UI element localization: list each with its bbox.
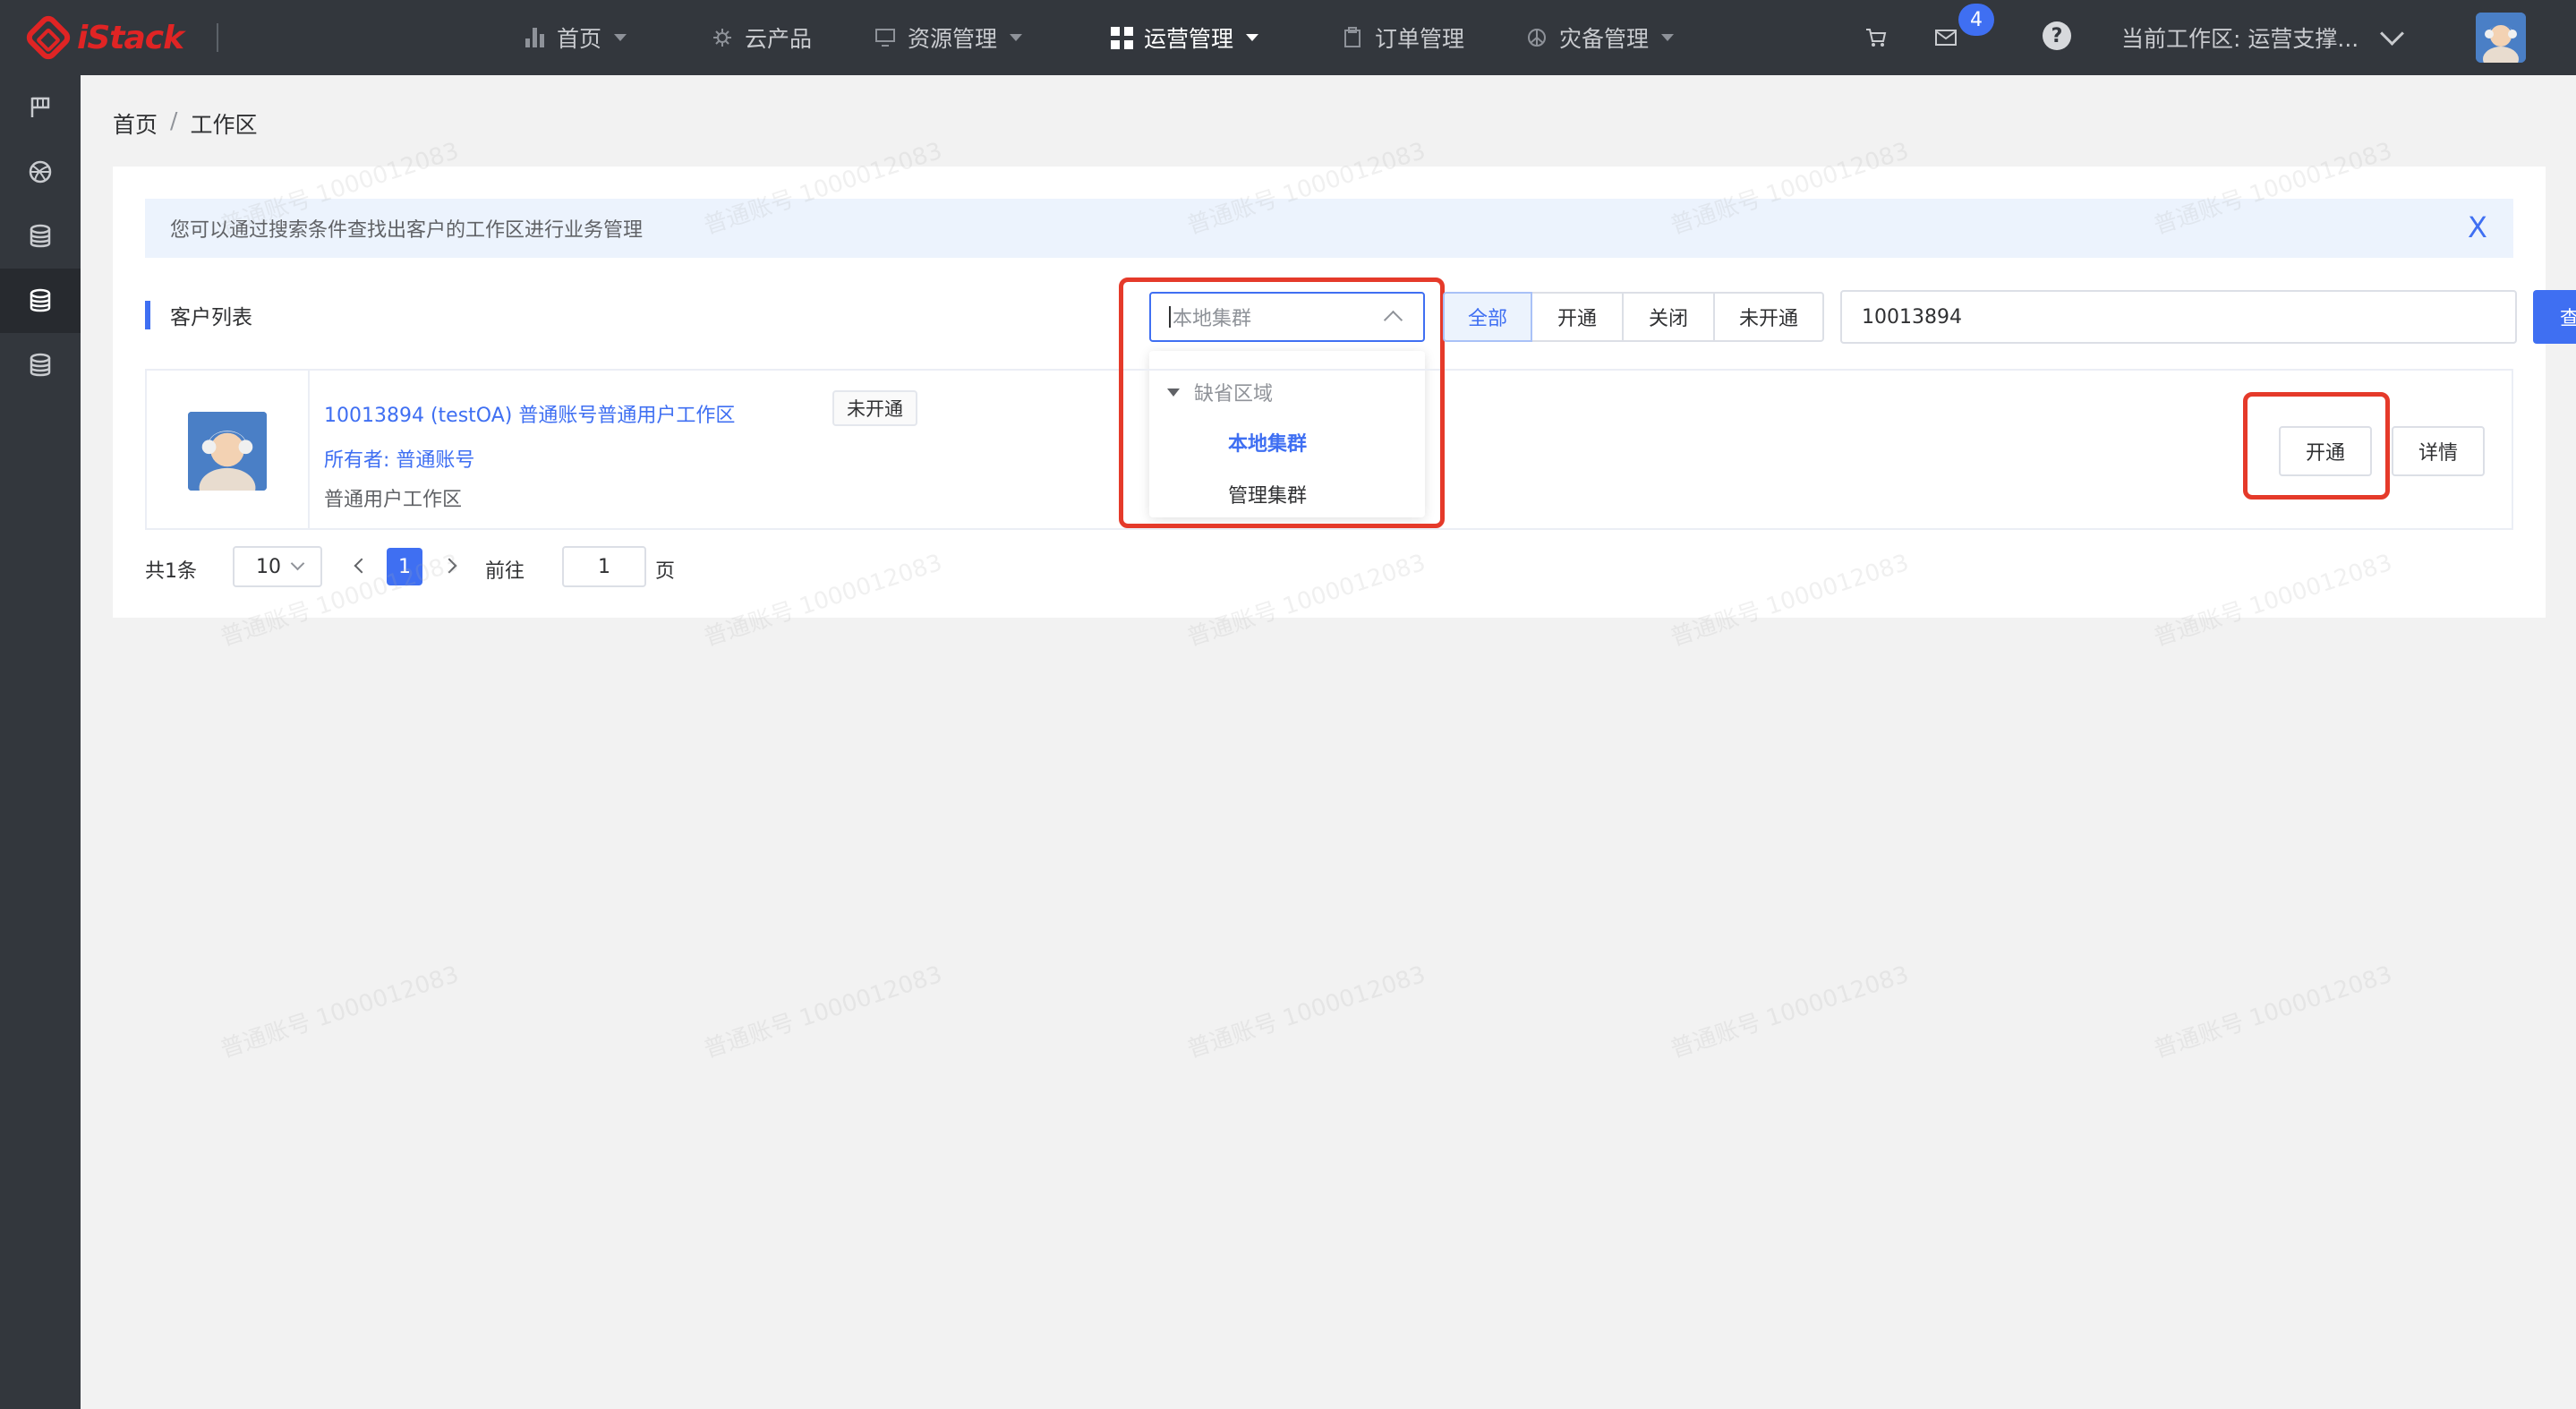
section-title-text: 客户列表 — [170, 306, 252, 329]
close-icon[interactable]: X — [2463, 213, 2492, 242]
sidebar-item-database-1[interactable] — [0, 204, 81, 269]
workspace-owner[interactable]: 所有者: 普通账号 — [324, 444, 474, 473]
table-row: 10013894 (testOA) 普通账号普通用户工作区 未开通 所有者: 普… — [145, 369, 2513, 530]
nav-item-home[interactable]: 首页 — [523, 0, 627, 75]
nav-item-operations-management[interactable]: 运营管理 — [1110, 0, 1259, 75]
watermark-text: 普通账号 1000012083 — [1183, 961, 1429, 1064]
page-size-select[interactable]: 10 — [233, 546, 322, 587]
title-accent-bar — [145, 301, 150, 329]
logo-icon — [22, 12, 74, 64]
nav-item-label: 订单管理 — [1375, 26, 1465, 52]
workspace-name-link[interactable]: 10013894 (testOA) 普通账号普通用户工作区 — [324, 399, 735, 428]
chevron-down-icon — [1246, 34, 1259, 41]
query-button[interactable]: 查询 — [2533, 290, 2576, 344]
workspace-avatar — [188, 412, 267, 491]
workspace-switcher[interactable]: 当前工作区: 运营支撑... — [2121, 0, 2405, 75]
page-size-value: 10 — [256, 555, 281, 578]
breadcrumb-separator: / — [170, 107, 178, 133]
workspace-card: 您可以通过搜索条件查找出客户的工作区进行业务管理 X 客户列表 本地集群 缺省区… — [113, 167, 2576, 618]
chevron-right-icon[interactable] — [441, 558, 457, 574]
database-icon — [30, 224, 51, 248]
status-tab-all[interactable]: 全部 — [1443, 292, 1532, 342]
chevron-down-icon — [1010, 34, 1023, 41]
basketball-icon — [29, 160, 52, 184]
database-icon — [30, 353, 51, 377]
breadcrumb-current: 工作区 — [190, 112, 258, 138]
mail-icon[interactable] — [1930, 21, 1962, 54]
sidebar-item-flag[interactable] — [0, 75, 81, 140]
sidebar-item-basketball[interactable] — [0, 140, 81, 204]
sidebar-item-database-2[interactable] — [0, 269, 81, 333]
status-tab-closed[interactable]: 关闭 — [1622, 292, 1715, 342]
nav-item-label: 灾备管理 — [1559, 26, 1650, 52]
nav-item-order-management[interactable]: 订单管理 — [1341, 0, 1464, 75]
avatar-image — [188, 412, 267, 491]
avatar-cell — [147, 371, 310, 528]
sidebar — [0, 75, 81, 1409]
chevron-down-icon — [1661, 34, 1675, 41]
info-alert: 您可以通过搜索条件查找出客户的工作区进行业务管理 X — [145, 199, 2513, 258]
sidebar-item-database-3[interactable] — [0, 333, 81, 397]
workspace-description: 普通用户工作区 — [324, 489, 463, 511]
goto-label: 前往 — [485, 560, 525, 583]
cart-icon[interactable] — [1860, 21, 1892, 54]
chevron-down-icon — [614, 34, 627, 41]
top-navbar: iStack 首页 云产品 资源管理 运营管理 订单管理 灾备管理 4 ? 当前… — [0, 0, 2576, 75]
bar-chart-icon — [523, 26, 546, 49]
cluster-select[interactable]: 本地集群 — [1149, 292, 1425, 342]
gear-icon — [711, 26, 734, 49]
search-input[interactable]: 10013894 — [1840, 290, 2517, 344]
nav-item-label: 首页 — [557, 26, 602, 52]
mail-count-badge: 4 — [1958, 4, 1994, 36]
watermark-text: 普通账号 1000012083 — [1667, 961, 1913, 1064]
page-number-current[interactable]: 1 — [387, 548, 422, 585]
status-tab-open[interactable]: 开通 — [1531, 292, 1624, 342]
open-button[interactable]: 开通 — [2279, 426, 2372, 476]
alert-text: 您可以通过搜索条件查找出客户的工作区进行业务管理 — [170, 219, 644, 242]
status-tab-not-open[interactable]: 未开通 — [1713, 292, 1824, 342]
watermark-text: 普通账号 1000012083 — [217, 961, 463, 1064]
help-icon[interactable]: ? — [2043, 21, 2071, 50]
logo-text: iStack — [77, 19, 184, 56]
chevron-left-icon[interactable] — [354, 558, 370, 574]
goto-page-input[interactable]: 1 — [562, 546, 646, 587]
customer-list-title: 客户列表 — [145, 301, 252, 329]
breadcrumb: 首页 / 工作区 — [113, 107, 257, 140]
nav-item-disaster-recovery[interactable]: 灾备管理 — [1525, 0, 1675, 75]
nav-item-label: 云产品 — [745, 26, 813, 52]
goto-page-value: 1 — [598, 555, 610, 578]
nav-item-label: 资源管理 — [908, 26, 998, 52]
monitor-icon — [874, 26, 897, 49]
avatar-image — [2476, 13, 2526, 63]
chevron-down-icon — [2380, 21, 2405, 46]
watermark-text: 普通账号 1000012083 — [2150, 961, 2396, 1064]
text-cursor — [1169, 306, 1171, 328]
app-logo[interactable]: iStack — [22, 12, 184, 64]
grid-icon — [1110, 26, 1133, 49]
search-input-value: 10013894 — [1862, 305, 1962, 329]
breadcrumb-home[interactable]: 首页 — [113, 107, 158, 140]
cluster-select-placeholder: 本地集群 — [1173, 308, 1252, 330]
nav-item-cloud-products[interactable]: 云产品 — [711, 0, 812, 75]
detail-button[interactable]: 详情 — [2392, 426, 2485, 476]
flag-icon — [30, 97, 50, 117]
shield-icon — [1525, 26, 1548, 49]
chevron-up-icon — [1383, 310, 1403, 330]
navbar-divider — [217, 23, 218, 52]
workspace-label: 当前工作区: 运营支撑... — [2121, 26, 2359, 52]
clipboard-icon — [1341, 26, 1364, 49]
nav-item-label: 运营管理 — [1144, 26, 1234, 52]
watermark-text: 普通账号 1000012083 — [700, 961, 946, 1064]
pagination-total: 共1条 — [145, 560, 197, 583]
status-filter: 全部 开通 关闭 未开通 — [1443, 292, 1824, 342]
user-avatar[interactable] — [2476, 13, 2526, 63]
status-badge: 未开通 — [832, 390, 917, 426]
database-icon — [30, 288, 51, 312]
chevron-down-icon — [290, 556, 305, 571]
page-unit-label: 页 — [655, 560, 676, 583]
nav-item-resource-management[interactable]: 资源管理 — [874, 0, 1023, 75]
